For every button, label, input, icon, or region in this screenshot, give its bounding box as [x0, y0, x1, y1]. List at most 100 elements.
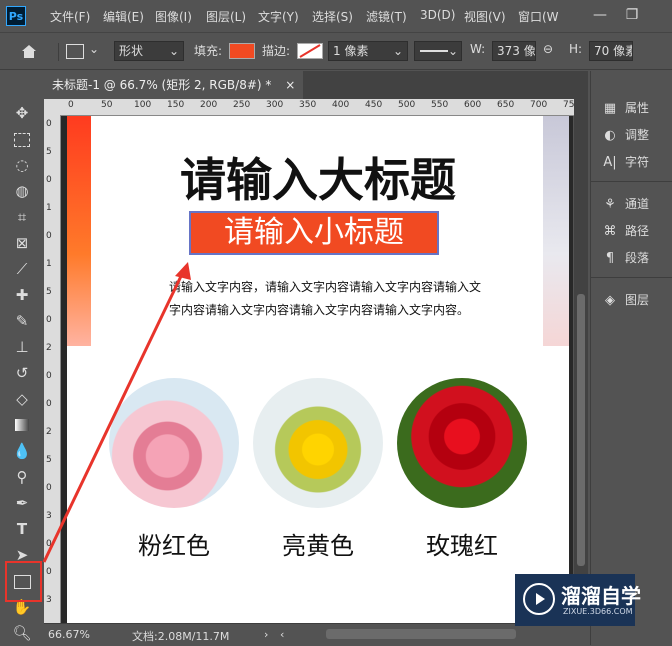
panel-paragraph[interactable]: ¶ 段落	[601, 247, 649, 269]
flower-label-yellow: 亮黄色	[282, 532, 354, 560]
document-canvas[interactable]: 请输入大标题 请输入小标题 请输入文字内容，请输入文字内容请输入文字内容请输入文…	[67, 116, 569, 623]
type-tool-icon[interactable]: T	[12, 519, 32, 539]
pen-tool-icon[interactable]: ✒	[12, 493, 32, 513]
menu-image[interactable]: 图像(I)	[155, 8, 192, 25]
panel-layers-label: 图层	[625, 293, 650, 307]
ruler-h-label: 0	[68, 100, 74, 110]
adjustments-icon: ◐	[604, 128, 616, 143]
ruler-v-label: 0	[46, 119, 52, 129]
flower-label-pink: 粉红色	[138, 532, 210, 560]
minimize-button[interactable]: —	[588, 4, 612, 26]
zoom-level[interactable]: 66.67%	[48, 628, 90, 641]
stroke-color-swatch[interactable]	[297, 43, 323, 59]
scroll-left-icon[interactable]: ‹	[280, 628, 284, 641]
tools-panel: ✥ ◌ ◍ ⌗ ⊠ ⟋ ✚ ✎ ⊥ ↺ ◇ 💧 ⚲ ✒ T ➤ ✋ 🔍︎	[0, 71, 45, 645]
status-expand-icon[interactable]: ›	[264, 628, 268, 641]
panel-character[interactable]: A| 字符	[601, 151, 649, 173]
properties-icon: ▦	[603, 101, 617, 116]
blur-tool-icon[interactable]: 💧	[12, 441, 32, 461]
height-field[interactable]: 70 像素	[589, 41, 633, 61]
document-info: 文档:2.08M/11.7M	[132, 630, 230, 643]
gradient-tool-icon[interactable]	[12, 415, 32, 435]
layers-icon: ◈	[605, 293, 615, 308]
crop-tool-icon[interactable]: ⌗	[12, 207, 32, 227]
stroke-width-field[interactable]: 1 像素 ⌄	[328, 41, 408, 61]
stroke-type-select[interactable]: ⌄	[414, 41, 462, 61]
menu-file[interactable]: 文件(F)	[50, 8, 90, 25]
healing-brush-tool-icon[interactable]: ✚	[12, 285, 32, 305]
panel-channels[interactable]: ⚘ 通道	[601, 193, 649, 215]
horizontal-ruler: 0 50 100 150 200 250 300 350 400 450 500 550 600 650 7…	[44, 99, 580, 116]
options-bar: ⌄ 形状 ⌄ 填充: 描边: 1 像素 ⌄ ⌄ W: 373 像 ⊖ H: 70 像…	[0, 33, 672, 70]
history-brush-tool-icon[interactable]: ↺	[12, 363, 32, 383]
panel-paths-label: 路径	[625, 224, 650, 238]
eraser-tool-icon[interactable]: ◇	[12, 389, 32, 409]
menu-edit[interactable]: 编辑(E)	[103, 8, 144, 25]
ruler-h-label: 650	[497, 100, 515, 110]
menu-3d[interactable]: 3D(D)	[420, 8, 455, 22]
menu-type[interactable]: 文字(Y)	[258, 8, 299, 25]
lasso-tool-icon[interactable]: ◌	[12, 155, 32, 175]
width-field[interactable]: 373 像	[492, 41, 536, 61]
app-logo: Ps	[6, 6, 26, 26]
panel-properties[interactable]: ▦ 属性	[601, 97, 649, 119]
watermark-title: 溜溜自学	[561, 584, 641, 608]
ruler-v-label: 0	[46, 175, 52, 185]
ruler-v-label: 0	[46, 399, 52, 409]
panel-channels-label: 通道	[625, 197, 650, 211]
ruler-h-label: 550	[431, 100, 449, 110]
quick-select-tool-icon[interactable]: ◍	[12, 181, 32, 201]
vertical-scroll-thumb[interactable]	[577, 294, 585, 566]
horizontal-scroll-thumb[interactable]	[326, 629, 516, 639]
ruler-h-label: 150	[167, 100, 185, 110]
panel-adjustments[interactable]: ◐ 调整	[601, 124, 649, 146]
status-bar: 66.67% 文档:2.08M/11.7M › ‹	[44, 623, 588, 646]
right-panel-dock: ▦ 属性 ◐ 调整 A| 字符 ⚘ 通道 ⌘ 路径 ¶ 段落 ◈ 图层	[590, 71, 672, 645]
eyedropper-tool-icon[interactable]: ⟋	[12, 259, 32, 279]
clone-stamp-tool-icon[interactable]: ⊥	[12, 337, 32, 357]
document-tab[interactable]: 未标题-1 @ 66.7% (矩形 2, RGB/8#) * ×	[44, 71, 304, 99]
menu-layer[interactable]: 图层(L)	[206, 8, 246, 25]
menu-bar: Ps 文件(F) 编辑(E) 图像(I) 图层(L) 文字(Y) 选择(S) 滤…	[0, 0, 672, 33]
panel-character-label: 字符	[625, 155, 650, 169]
close-tab-icon[interactable]: ×	[285, 78, 295, 92]
ruler-v-label: 1	[46, 259, 52, 269]
chevron-down-icon[interactable]: ⌄	[89, 42, 99, 56]
menu-view[interactable]: 视图(V)	[464, 8, 506, 25]
menu-window[interactable]: 窗口(W	[518, 8, 559, 25]
paths-icon: ⌘	[603, 224, 617, 239]
panel-paths[interactable]: ⌘ 路径	[601, 220, 650, 242]
zoom-tool-icon[interactable]: 🔍︎	[12, 623, 32, 643]
move-tool-icon[interactable]: ✥	[12, 103, 32, 123]
brush-tool-icon[interactable]: ✎	[12, 311, 32, 331]
fill-label: 填充:	[194, 44, 223, 58]
restore-button[interactable]: ❐	[620, 4, 644, 26]
play-icon	[523, 583, 555, 615]
height-label: H:	[569, 42, 583, 56]
main-title-text: 请输入大标题	[180, 153, 456, 207]
ruler-v-label: 3	[46, 595, 52, 605]
ruler-v-label: 0	[46, 371, 52, 381]
marquee-tool-icon[interactable]	[12, 129, 32, 149]
character-icon: A|	[603, 155, 617, 170]
link-icon[interactable]: ⊖	[543, 42, 553, 56]
home-icon[interactable]	[20, 43, 38, 59]
flower-label-red: 玫瑰红	[426, 532, 498, 560]
ruler-v-label: 3	[46, 511, 52, 521]
dodge-tool-icon[interactable]: ⚲	[12, 467, 32, 487]
ruler-h-label: 400	[332, 100, 350, 110]
rectangle-tool-preset-icon[interactable]	[66, 44, 84, 59]
menu-select[interactable]: 选择(S)	[312, 8, 353, 25]
subtitle-rectangle[interactable]: 请输入小标题	[189, 211, 439, 255]
ruler-h-label: 500	[398, 100, 416, 110]
frame-tool-icon[interactable]: ⊠	[12, 233, 32, 253]
canvas-area[interactable]: 请输入大标题 请输入小标题 请输入文字内容，请输入文字内容请输入文字内容请输入文…	[61, 116, 573, 623]
ruler-v-label: 0	[46, 567, 52, 577]
fill-color-swatch[interactable]	[229, 43, 255, 59]
ruler-v-label: 0	[46, 483, 52, 493]
red-rose-image	[397, 378, 527, 508]
shape-mode-select[interactable]: 形状 ⌄	[114, 41, 184, 61]
panel-layers[interactable]: ◈ 图层	[601, 289, 649, 311]
menu-filter[interactable]: 滤镜(T)	[366, 8, 407, 25]
vertical-scrollbar[interactable]	[574, 99, 588, 623]
